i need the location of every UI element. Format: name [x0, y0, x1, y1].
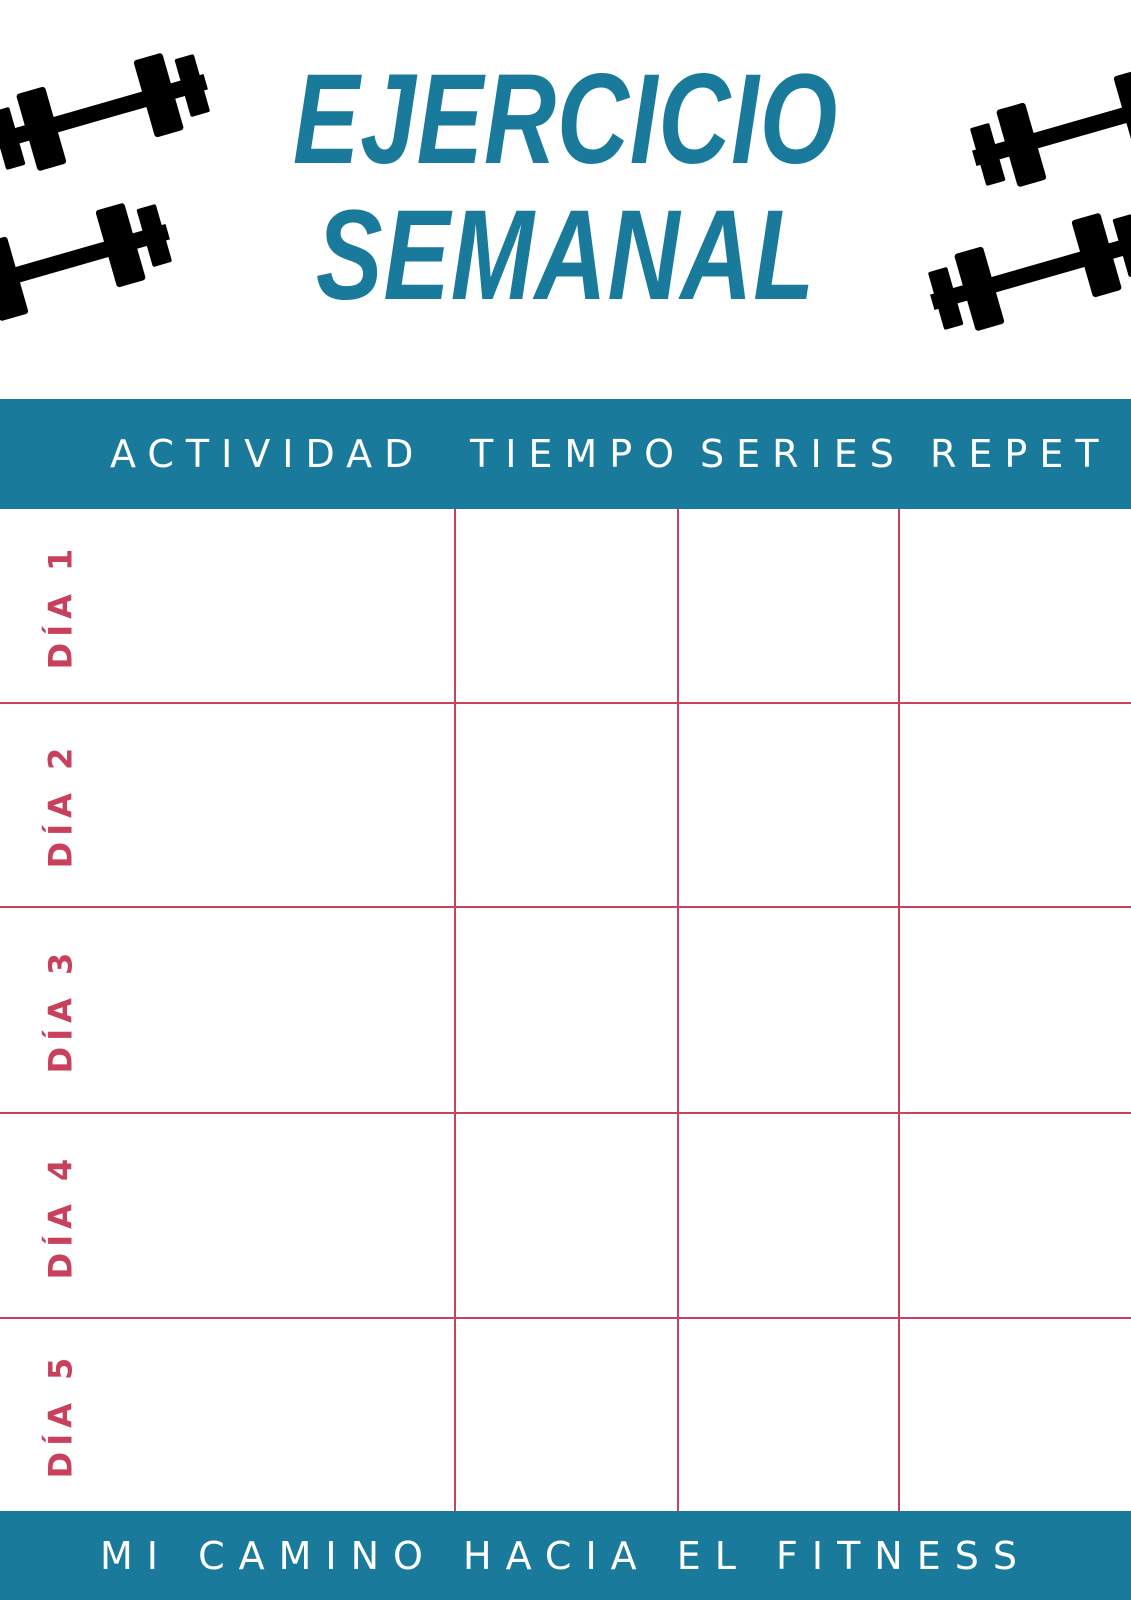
column-header-actividad: ACTIVIDAD — [110, 432, 426, 476]
day-label-5: DÍA 5 — [41, 1351, 80, 1479]
cell-actividad-dia-5[interactable] — [120, 1319, 454, 1511]
cell-series-dia-3[interactable] — [679, 908, 898, 1112]
column-header-repet: REPET — [930, 432, 1111, 476]
cell-tiempo-dia-2[interactable] — [456, 704, 677, 906]
column-header-series: SERIES — [700, 432, 906, 476]
footer: MI CAMINO HACIA EL FITNESS — [0, 1511, 1131, 1600]
cell-series-dia-5[interactable] — [679, 1319, 898, 1511]
cell-tiempo-dia-3[interactable] — [456, 908, 677, 1112]
cell-actividad-dia-4[interactable] — [120, 1114, 454, 1317]
day-label-3: DÍA 3 — [41, 946, 80, 1074]
day-label-2: DÍA 2 — [41, 741, 80, 869]
cell-tiempo-dia-5[interactable] — [456, 1319, 677, 1511]
cell-repet-dia-3[interactable] — [900, 908, 1131, 1112]
day-row-1: DÍA 1 — [0, 509, 120, 702]
cell-series-dia-4[interactable] — [679, 1114, 898, 1317]
day-label-4: DÍA 4 — [41, 1152, 80, 1279]
footer-tagline: MI CAMINO HACIA EL FITNESS — [100, 1533, 1031, 1578]
cell-actividad-dia-3[interactable] — [120, 908, 454, 1112]
day-label-1: DÍA 1 — [41, 542, 80, 669]
title-line-1: EJERCICIO — [292, 48, 839, 191]
table-header: ACTIVIDAD TIEMPO SERIES REPET — [0, 399, 1131, 509]
cell-repet-dia-2[interactable] — [900, 704, 1131, 906]
title-line-2: SEMANAL — [315, 184, 816, 327]
cell-series-dia-1[interactable] — [679, 509, 898, 702]
day-row-4: DÍA 4 — [0, 1114, 120, 1317]
cell-tiempo-dia-4[interactable] — [456, 1114, 677, 1317]
weekly-table: DÍA 1 DÍA 2 DÍA 3 DÍA 4 DÍA 5 — [0, 509, 1131, 1511]
day-row-2: DÍA 2 — [0, 704, 120, 906]
cell-repet-dia-1[interactable] — [900, 509, 1131, 702]
cell-actividad-dia-2[interactable] — [120, 704, 454, 906]
day-row-5: DÍA 5 — [0, 1319, 120, 1511]
column-header-tiempo: TIEMPO — [470, 432, 687, 476]
cell-tiempo-dia-1[interactable] — [456, 509, 677, 702]
cell-series-dia-2[interactable] — [679, 704, 898, 906]
cell-repet-dia-4[interactable] — [900, 1114, 1131, 1317]
cell-actividad-dia-1[interactable] — [120, 509, 454, 702]
cell-repet-dia-5[interactable] — [900, 1319, 1131, 1511]
day-row-3: DÍA 3 — [0, 908, 120, 1112]
